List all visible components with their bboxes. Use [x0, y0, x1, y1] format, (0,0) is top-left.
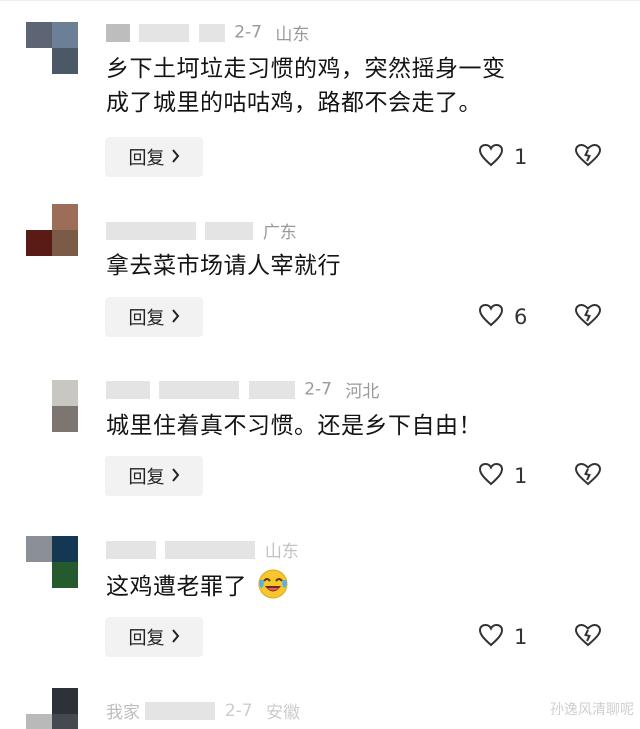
comment-text: 这鸡遭老罪了: [106, 568, 606, 604]
broken-heart-icon: [574, 462, 602, 490]
comment-text: 城里住着真不习惯。还是乡下自由！: [106, 409, 606, 443]
comment-meta: 我家 2-7 安徽: [106, 698, 300, 724]
dislike-button[interactable]: [572, 297, 604, 337]
comment-date: 2-7: [304, 379, 332, 400]
username-blurred: [139, 23, 190, 42]
like-button[interactable]: 1: [478, 456, 527, 496]
reply-button[interactable]: 回复: [105, 137, 203, 177]
comment-text-line: 乡下土坷垃走习惯的鸡，突然摇身一变: [106, 56, 506, 82]
username-blurred[interactable]: [106, 540, 156, 559]
like-count: 1: [514, 464, 528, 488]
comment-text-line: 成了城里的咕咕鸡，路都不会走了。: [106, 90, 482, 116]
comment-date: 2-7: [224, 700, 253, 721]
comment-text-line: 这鸡遭老罪了: [106, 574, 247, 600]
comment-location: 山东: [264, 542, 299, 562]
like-button[interactable]: 1: [478, 617, 527, 657]
comment-meta: 广东: [106, 218, 297, 243]
username-blurred: [205, 221, 254, 240]
reply-label: 回复: [128, 308, 165, 329]
reply-button[interactable]: 回复: [105, 297, 203, 337]
chevron-right-icon: [171, 308, 180, 327]
comment-location: 广东: [262, 223, 297, 243]
username-blurred: [248, 380, 295, 399]
broken-heart-icon: [574, 623, 602, 651]
avatar[interactable]: [26, 204, 78, 256]
username-blurred[interactable]: [106, 23, 130, 42]
heart-outline-icon: [478, 303, 504, 331]
username-blurred: [159, 380, 240, 399]
username-blurred: [198, 23, 225, 42]
like-button[interactable]: 6: [478, 297, 527, 337]
username-blurred: [145, 701, 216, 720]
dislike-button[interactable]: [572, 137, 604, 177]
chevron-right-icon: [171, 148, 180, 167]
comment-meta: 山东: [106, 537, 299, 562]
crying-laughing-emoji: [257, 568, 289, 600]
comment-location: 山东: [275, 25, 310, 45]
like-count: 6: [514, 305, 528, 329]
comment-location: 河北: [345, 382, 380, 402]
comment-meta: 2-7 山东: [106, 20, 309, 45]
avatar[interactable]: [26, 380, 78, 432]
reply-label: 回复: [128, 628, 165, 649]
comment-meta: 2-7 河北: [106, 377, 379, 402]
comment-text: 乡下土坷垃走习惯的鸡，突然摇身一变 成了城里的咕咕鸡，路都不会走了。: [106, 52, 606, 120]
chevron-right-icon: [171, 628, 180, 647]
heart-outline-icon: [478, 462, 504, 490]
chevron-right-icon: [171, 467, 180, 486]
comment-text-line: 城里住着真不习惯。还是乡下自由！: [106, 413, 482, 439]
comment-location: 安徽: [266, 703, 300, 723]
avatar[interactable]: [26, 688, 78, 729]
heart-outline-icon: [478, 623, 504, 651]
avatar[interactable]: [26, 22, 78, 74]
watermark: 孙逸风清聊呢: [550, 702, 634, 718]
username-blurred[interactable]: [106, 380, 150, 399]
like-count: 1: [514, 625, 528, 649]
comment-item: 我家 2-7 安徽: [0, 680, 640, 729]
comment-item: 广东 拿去菜市场请人宰就行 回复 6: [0, 190, 640, 350]
reply-button[interactable]: 回复: [105, 456, 203, 496]
heart-outline-icon: [478, 143, 504, 171]
username-blurred[interactable]: [106, 221, 196, 240]
comment-text: 拿去菜市场请人宰就行: [106, 249, 606, 283]
username-fragment[interactable]: 我家: [106, 703, 140, 723]
comment-text-line: 拿去菜市场请人宰就行: [106, 253, 341, 279]
broken-heart-icon: [574, 143, 602, 171]
like-button[interactable]: 1: [478, 137, 527, 177]
reply-label: 回复: [128, 148, 165, 169]
username-blurred: [165, 540, 256, 559]
avatar[interactable]: [26, 536, 78, 588]
dislike-button[interactable]: [572, 617, 604, 657]
comment-date: 2-7: [234, 22, 262, 43]
dislike-button[interactable]: [572, 456, 604, 496]
comment-item: 山东 这鸡遭老罪了 回复 1: [0, 520, 640, 680]
broken-heart-icon: [574, 303, 602, 331]
reply-label: 回复: [128, 467, 165, 488]
comment-item: 2-7 河北 城里住着真不习惯。还是乡下自由！ 回复 1: [0, 350, 640, 520]
comment-item: 2-7 山东 乡下土坷垃走习惯的鸡，突然摇身一变 成了城里的咕咕鸡，路都不会走了…: [0, 0, 640, 190]
reply-button[interactable]: 回复: [105, 617, 203, 657]
like-count: 1: [514, 145, 528, 169]
